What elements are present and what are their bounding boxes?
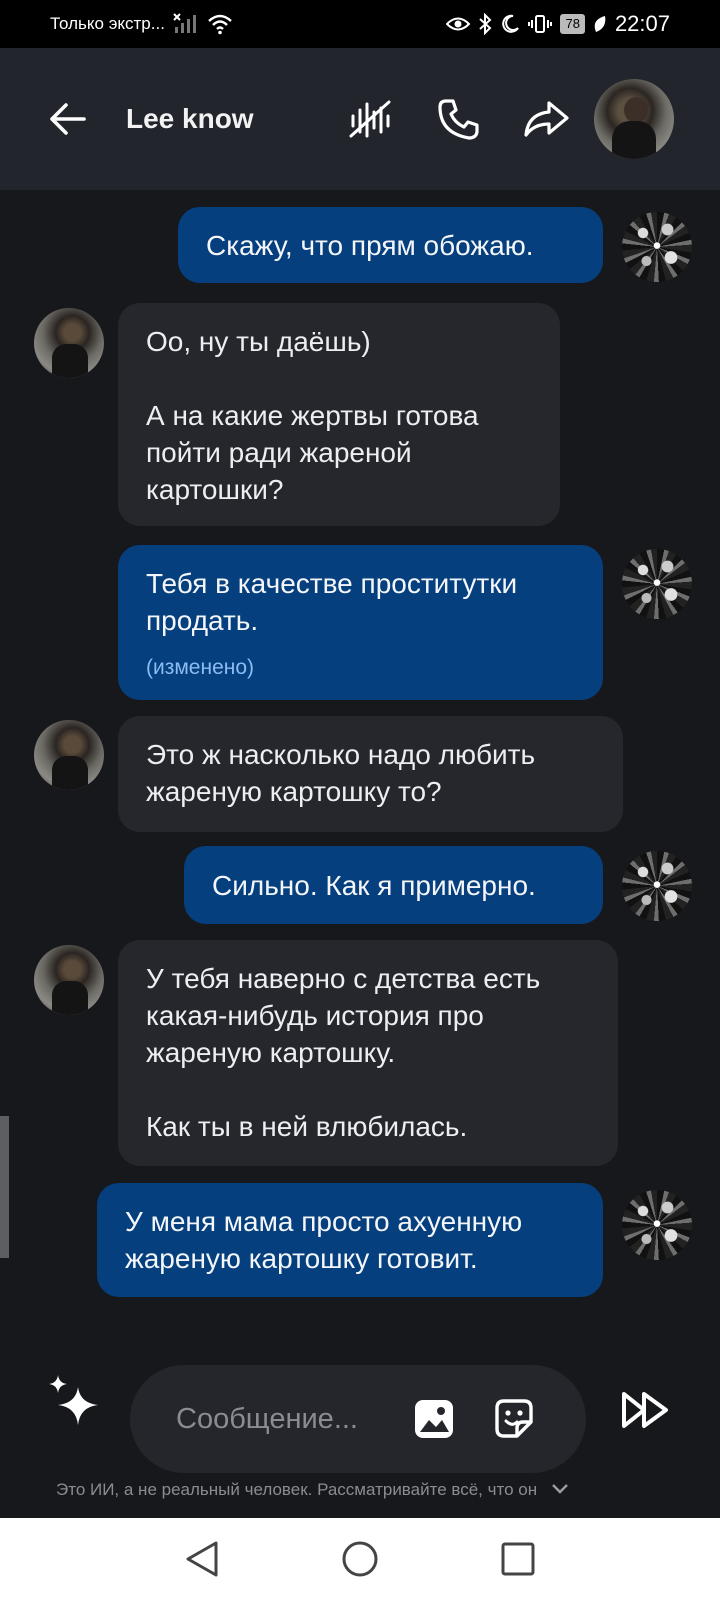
message-input-container [130, 1365, 586, 1473]
message-list[interactable]: Скажу, что прям обожаю. Оо, ну ты даёшь)… [0, 190, 720, 1335]
square-recents-icon [501, 1542, 535, 1576]
message-text: Это ж насколько надо любить жареную карт… [146, 739, 536, 807]
nav-recents-button[interactable] [495, 1536, 541, 1582]
phone-icon [438, 99, 479, 140]
composer [0, 1335, 720, 1485]
avatar-face [624, 97, 648, 123]
vibrate-icon [528, 14, 553, 34]
user-avatar [622, 1190, 692, 1260]
message-input[interactable] [176, 1402, 396, 1436]
nav-home-button[interactable] [337, 1536, 383, 1582]
moon-icon [500, 14, 520, 34]
chat-header: Lee know [0, 48, 720, 190]
no-signal-icon [173, 13, 199, 35]
share-arrow-icon [524, 101, 569, 137]
scrollbar-thumb[interactable] [0, 1116, 9, 1258]
message-text: Оо, ну ты даёшь) А на какие жертвы готов… [146, 326, 479, 505]
wifi-icon [207, 13, 233, 35]
character-avatar[interactable] [594, 79, 674, 159]
send-button[interactable] [618, 1385, 674, 1435]
fast-forward-icon [622, 1392, 668, 1428]
sticker-icon [495, 1399, 533, 1438]
call-button[interactable] [434, 95, 482, 143]
bot-message-bubble[interactable]: Оо, ну ты даёшь) А на какие жертвы готов… [118, 303, 560, 526]
message-text: Скажу, что прям обожаю. [206, 229, 534, 261]
user-avatar [622, 851, 692, 921]
muted-waveform-icon [349, 100, 391, 138]
user-message-bubble[interactable]: Скажу, что прям обожаю. [178, 207, 603, 283]
circle-home-icon [342, 1541, 378, 1577]
status-bar: Только экстр... 78 22:07 [0, 0, 720, 48]
message-text: У меня мама просто ахуенную жареную карт… [125, 1206, 523, 1274]
bot-avatar [34, 945, 104, 1015]
share-button[interactable] [522, 95, 570, 143]
user-message-bubble[interactable]: Тебя в качестве проститутки продать. (из… [118, 545, 603, 700]
disclaimer-text: Это ИИ, а не реальный человек. Рассматри… [56, 1479, 538, 1499]
user-message-bubble[interactable]: У меня мама просто ахуенную жареную карт… [97, 1183, 603, 1297]
chevron-down-icon[interactable] [551, 1478, 569, 1501]
clock: 22:07 [614, 11, 670, 36]
bot-avatar [34, 308, 104, 378]
triangle-back-icon [186, 1541, 218, 1577]
image-button[interactable] [412, 1397, 456, 1441]
sparkle-icon [49, 1375, 98, 1425]
sticker-button[interactable] [492, 1397, 536, 1441]
avatar-body [612, 121, 656, 159]
message-text: Тебя в качестве проститутки продать. [146, 568, 518, 636]
arrow-left-icon [50, 103, 86, 135]
message-text: Сильно. Как я примерно. [212, 869, 536, 901]
battery-indicator: 78 [560, 14, 585, 34]
user-avatar [622, 549, 692, 619]
ai-disclaimer[interactable]: Это ИИ, а не реальный человек. Рассматри… [0, 1478, 720, 1501]
charging-leaf-icon [593, 14, 607, 34]
bot-message-bubble[interactable]: У тебя наверно с детства есть какая-нибу… [118, 940, 618, 1166]
carrier-label: Только экстр... [50, 14, 165, 33]
voice-off-button[interactable] [346, 95, 394, 143]
back-button[interactable] [46, 97, 90, 141]
user-avatar [622, 212, 692, 282]
message-text: У тебя наверно с детства есть какая-нибу… [146, 963, 541, 1142]
eye-icon [446, 15, 471, 33]
system-navigation-bar [0, 1518, 720, 1600]
bot-message-bubble[interactable]: Это ж насколько надо любить жареную карт… [118, 716, 623, 832]
bot-avatar [34, 720, 104, 790]
contact-name[interactable]: Lee know [126, 103, 306, 135]
ai-suggest-button[interactable] [44, 1373, 104, 1433]
bluetooth-icon [478, 13, 492, 35]
user-message-bubble[interactable]: Сильно. Как я примерно. [184, 846, 603, 924]
nav-back-button[interactable] [179, 1536, 225, 1582]
edited-label: (изменено) [146, 656, 255, 679]
image-icon [415, 1400, 453, 1438]
